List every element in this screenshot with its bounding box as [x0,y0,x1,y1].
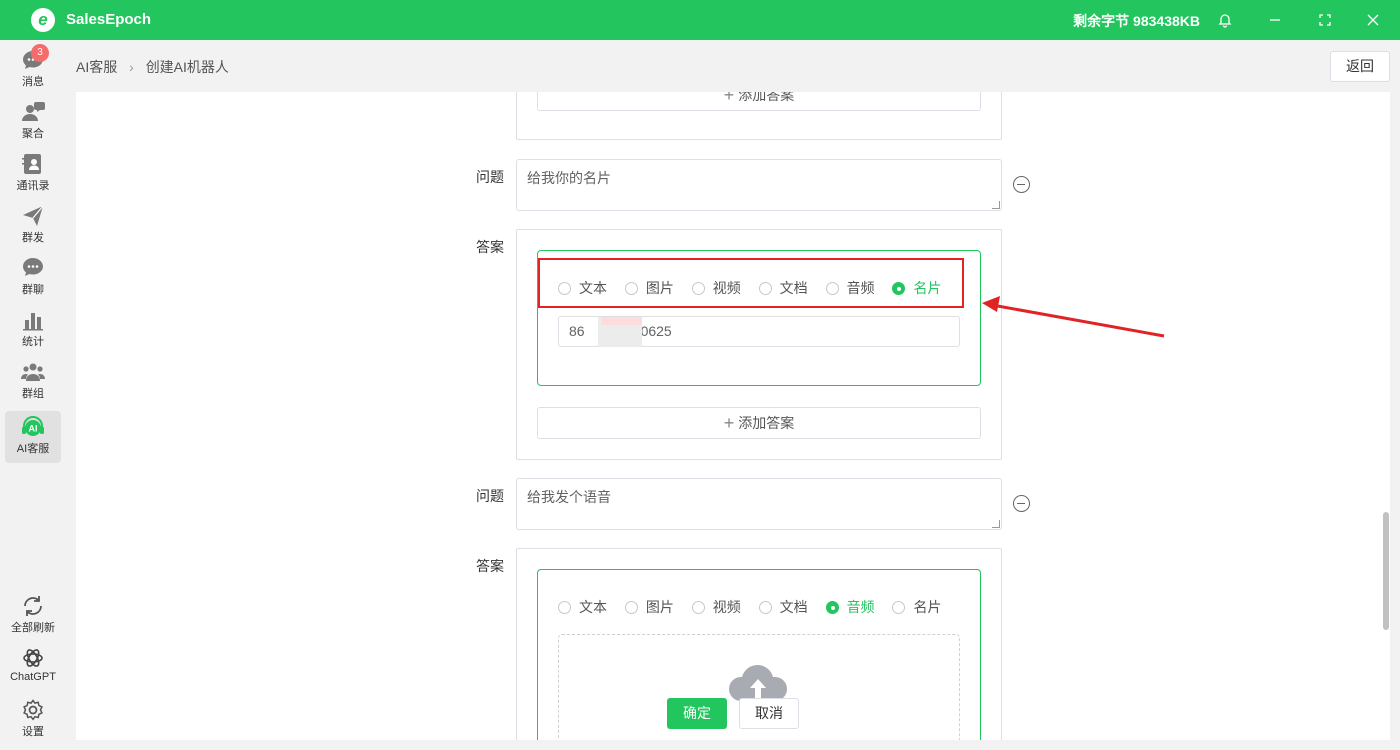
sidebar-item-label: 全部刷新 [11,622,55,634]
unread-badge: 3 [31,44,49,62]
chevron-right-icon: › [129,59,134,75]
question-textarea[interactable]: 给我发个语音 [516,478,1002,530]
sidebar-item-label: 群聊 [22,284,44,296]
radio-document[interactable]: 文档 [758,597,808,617]
plus-icon: + [723,92,735,105]
upload-cloud-icon [729,664,787,701]
cancel-button[interactable]: 取消 [739,698,799,729]
radio-image[interactable]: 图片 [624,597,674,617]
minimize-icon[interactable] [1263,8,1287,32]
sidebar-item-broadcast[interactable]: 群发 [5,200,61,252]
radio-text[interactable]: 文本 [558,597,607,617]
app-name: SalesEpoch [66,11,152,28]
card-number-end: 0625 [640,323,672,339]
breadcrumb-root[interactable]: AI客服 [76,59,117,75]
app-logo: e [31,8,55,32]
ai-headset-icon: AI [22,416,44,436]
form-panel: + 添加答案 问题 给我你的名片 答案 文本 图片 视频 文档 音频 名片 86 0… [76,92,1390,740]
breadcrumb-current: 创建AI机器人 [145,59,229,75]
sidebar-item-label: AI客服 [16,443,50,455]
breadcrumb: AI客服 › 创建AI机器人 [76,57,229,77]
close-icon[interactable] [1361,8,1385,32]
maximize-icon[interactable] [1313,8,1337,32]
remove-question-icon[interactable] [1013,495,1030,512]
bell-icon[interactable] [1213,8,1237,32]
sidebar-item-label: 群组 [22,388,44,400]
radio-video[interactable]: 视频 [691,597,741,617]
answer-type-group: 文本 图片 视频 文档 音频 名片 [558,597,955,617]
resize-handle[interactable] [992,520,1000,528]
openai-icon [23,649,43,667]
group-chat-icon [23,258,43,276]
annotation-arrow-icon [982,296,1165,338]
users-chat-icon [22,102,45,121]
resize-handle[interactable] [992,201,1000,209]
question-textarea[interactable]: 给我你的名片 [516,159,1002,211]
bar-chart-icon [23,313,43,331]
sidebar-item-groups[interactable]: 群组 [5,356,61,408]
title-bar: e SalesEpoch 剩余字节 983438KB [0,0,1400,40]
answer-label: 答案 [476,558,504,574]
sidebar-item-label: 通讯录 [16,180,50,192]
sidebar-item-messages[interactable]: 3 消息 [5,44,61,96]
add-answer-label: 添加答案 [738,415,795,431]
group-icon [21,363,45,381]
sidebar-item-label: 消息 [22,76,44,88]
contacts-icon [22,154,41,174]
send-icon [23,205,44,226]
sidebar-item-contacts[interactable]: 通讯录 [5,148,61,200]
sidebar-item-chatgpt[interactable]: ChatGPT [5,642,61,694]
sidebar-item-label: 聚合 [22,128,44,140]
sidebar-item-statistics[interactable]: 统计 [5,304,61,356]
add-answer-label: 添加答案 [738,92,795,103]
confirm-button[interactable]: 确定 [667,698,727,729]
answer-box: + 添加答案 [516,92,1002,140]
highlight-box [538,258,964,308]
sidebar-item-label: ChatGPT [10,671,56,683]
sidebar-item-refresh-all[interactable]: 全部刷新 [5,590,61,642]
sidebar-item-group-chat[interactable]: 群聊 [5,252,61,304]
sidebar-item-label: 统计 [22,336,44,348]
add-answer-button[interactable]: + 添加答案 [537,407,981,439]
settings-icon [23,699,43,721]
remaining-bytes: 剩余字节 983438KB [1073,13,1200,29]
sidebar-item-aggregate[interactable]: 聚合 [5,96,61,148]
radio-card[interactable]: 名片 [892,597,941,617]
sidebar-item-settings[interactable]: 设置 [5,694,61,746]
scrollbar-thumb[interactable] [1383,512,1389,630]
card-number-start: 86 [569,323,585,339]
sidebar-item-label: 群发 [22,232,44,244]
remove-question-icon[interactable] [1013,176,1030,193]
question-label: 问题 [476,488,504,504]
plus-icon: + [723,413,735,433]
redacted-mask [598,317,642,347]
answer-label: 答案 [476,239,504,255]
question-text: 给我你的名片 [527,170,611,186]
question-label: 问题 [476,169,504,185]
radio-audio[interactable]: 音频 [825,597,875,617]
sidebar-item-label: 设置 [22,726,44,738]
add-answer-button[interactable]: + 添加答案 [537,92,981,111]
sidebar: 3 消息 聚合 通讯录 群发 群聊 统计 群组 AI AI客服 全部刷新 Cha… [0,40,66,750]
back-button[interactable]: 返回 [1330,51,1390,82]
question-text: 给我发个语音 [527,489,611,505]
refresh-icon [24,596,42,616]
sidebar-item-ai-service[interactable]: AI AI客服 [5,411,61,463]
svg-text:AI: AI [29,424,38,434]
